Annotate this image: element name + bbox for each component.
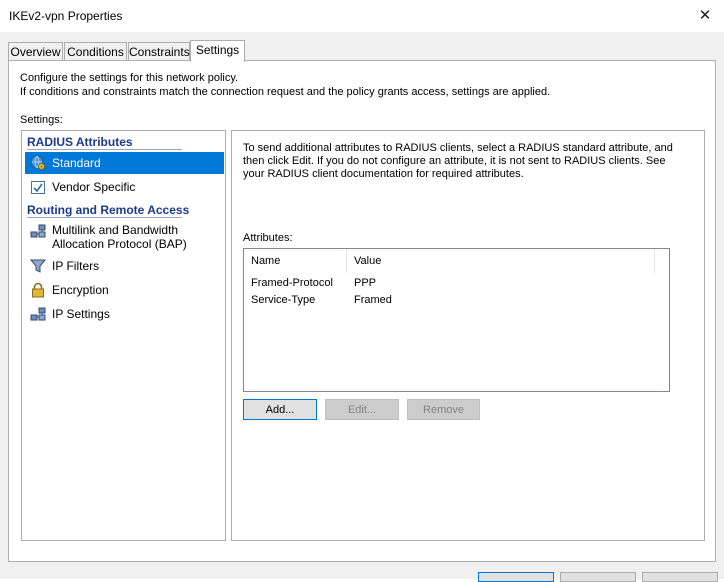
group-divider [27,149,182,150]
settings-label: Settings: [20,114,63,126]
nav-item-label: Encryption [52,283,109,297]
attributes-list-header: Name Value [244,249,669,273]
close-icon[interactable]: ✕ [692,4,718,28]
ok-button[interactable] [478,572,554,582]
title-bar: IKEv2-vpn Properties ✕ [0,0,724,32]
settings-tab-panel: Configure the settings for this network … [8,60,716,562]
nav-item-label: Standard [52,156,101,170]
cell-value: Framed [354,294,392,306]
nav-item-label: IP Filters [52,259,99,273]
nav-item-encryption[interactable]: Encryption [25,279,224,301]
group-heading-radius-attributes: RADIUS Attributes [27,135,133,149]
tab-constraints[interactable]: Constraints [128,42,190,61]
nav-item-ip-settings[interactable]: IP Settings [25,303,224,325]
instructions-text: To send additional attributes to RADIUS … [243,142,673,181]
nav-item-label: Multilink and Bandwidth Allocation Proto… [52,223,187,251]
lock-icon [30,282,46,298]
nav-item-multilink-bap[interactable]: Multilink and Bandwidth Allocation Proto… [25,220,224,252]
column-header-value[interactable]: Value [347,249,655,273]
nav-item-ip-filters[interactable]: IP Filters [25,255,224,277]
nav-item-label: Vendor Specific [52,180,135,194]
cancel-button[interactable] [560,572,636,582]
nav-item-vendor-specific[interactable]: Vendor Specific [25,176,224,198]
nav-item-label: IP Settings [52,307,110,321]
attributes-pane: To send additional attributes to RADIUS … [231,130,705,541]
group-divider [27,217,182,218]
table-row[interactable]: Service-Type Framed [244,292,669,309]
tab-description: Configure the settings for this network … [20,71,550,99]
column-header-name[interactable]: Name [244,249,347,273]
tab-overview[interactable]: Overview [8,42,63,61]
group-heading-routing-remote-access: Routing and Remote Access [27,203,189,217]
remove-button[interactable]: Remove [407,399,480,420]
window-title: IKEv2-vpn Properties [9,9,122,23]
properties-dialog: Overview Conditions Constraints Settings… [0,32,724,579]
nav-item-standard[interactable]: Standard [25,152,224,174]
cell-value: PPP [354,277,376,289]
cell-name: Framed-Protocol [251,277,333,289]
table-row[interactable]: Framed-Protocol PPP [244,275,669,292]
description-line-1: Configure the settings for this network … [20,71,550,85]
cell-name: Service-Type [251,294,315,306]
checkbox-icon [30,179,46,195]
globe-gear-icon [30,155,46,171]
add-button[interactable]: Add... [243,399,317,420]
nav-item-label-line-1: Multilink and Bandwidth [52,223,187,237]
description-line-2: If conditions and constraints match the … [20,85,550,99]
settings-nav-pane: RADIUS Attributes Standard [21,130,226,541]
attributes-list[interactable]: Name Value Framed-Protocol PPP Service-T… [243,248,670,392]
attributes-label: Attributes: [243,232,293,244]
nav-item-label-line-2: Allocation Protocol (BAP) [52,237,187,251]
filter-icon [30,258,46,274]
edit-button[interactable]: Edit... [325,399,399,420]
tab-conditions[interactable]: Conditions [64,42,127,61]
apply-button[interactable] [642,572,718,582]
network-icon [30,223,46,239]
tab-settings[interactable]: Settings [190,40,245,62]
network-icon [30,306,46,322]
